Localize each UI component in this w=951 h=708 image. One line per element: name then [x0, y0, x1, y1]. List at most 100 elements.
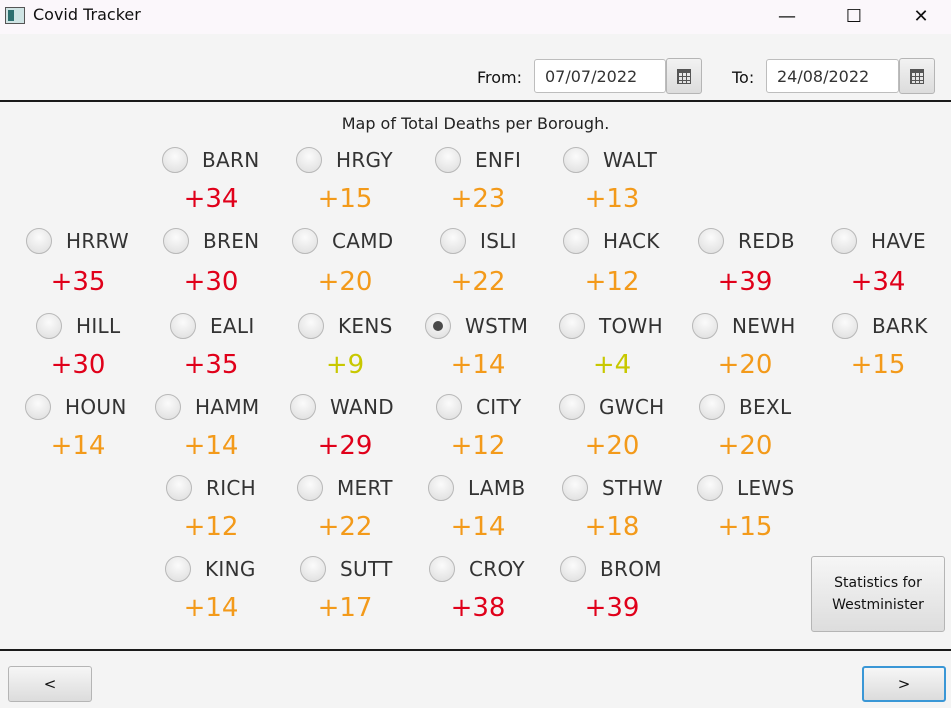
to-date-field[interactable]: 24/08/2022: [766, 59, 899, 93]
borough-label-mert[interactable]: MERT: [337, 476, 393, 500]
maximize-icon[interactable]: ☐: [824, 0, 884, 32]
radio-redb[interactable]: [698, 228, 724, 254]
app-icon: [5, 7, 25, 24]
radio-hrrw[interactable]: [26, 228, 52, 254]
borough-label-city[interactable]: CITY: [476, 395, 522, 419]
borough-label-bexl[interactable]: BEXL: [739, 395, 791, 419]
borough-label-newh[interactable]: NEWH: [732, 314, 796, 338]
borough-label-hill[interactable]: HILL: [76, 314, 120, 338]
borough-label-camd[interactable]: CAMD: [332, 229, 394, 253]
radio-enfi[interactable]: [435, 147, 461, 173]
borough-label-brom[interactable]: BROM: [600, 557, 662, 581]
borough-deaths-bexl: +20: [717, 431, 773, 461]
borough-label-lamb[interactable]: LAMB: [468, 476, 525, 500]
borough-deaths-walt: +13: [584, 184, 640, 214]
radio-barn[interactable]: [162, 147, 188, 173]
radio-houn[interactable]: [25, 394, 51, 420]
radio-lamb[interactable]: [428, 475, 454, 501]
borough-label-hack[interactable]: HACK: [603, 229, 660, 253]
minimize-icon[interactable]: —: [757, 0, 817, 32]
borough-label-hamm[interactable]: HAMM: [195, 395, 259, 419]
borough-label-isli[interactable]: ISLI: [480, 229, 517, 253]
borough-deaths-redb: +39: [717, 267, 773, 297]
borough-label-croy[interactable]: CROY: [469, 557, 525, 581]
borough-deaths-croy: +38: [450, 593, 506, 623]
borough-deaths-brom: +39: [584, 593, 640, 623]
from-calendar-button[interactable]: [666, 58, 702, 94]
radio-king[interactable]: [165, 556, 191, 582]
radio-sthw[interactable]: [562, 475, 588, 501]
borough-deaths-camd: +20: [317, 267, 373, 297]
radio-have[interactable]: [831, 228, 857, 254]
borough-label-sutt[interactable]: SUTT: [340, 557, 393, 581]
radio-towh[interactable]: [559, 313, 585, 339]
borough-deaths-bark: +15: [850, 350, 906, 380]
radio-city[interactable]: [436, 394, 462, 420]
radio-wstm[interactable]: [425, 313, 451, 339]
radio-isli[interactable]: [440, 228, 466, 254]
to-calendar-button[interactable]: [899, 58, 935, 94]
from-label: From:: [477, 68, 523, 87]
radio-bexl[interactable]: [699, 394, 725, 420]
radio-hamm[interactable]: [155, 394, 181, 420]
borough-label-sthw[interactable]: STHW: [602, 476, 663, 500]
borough-label-kens[interactable]: KENS: [338, 314, 393, 338]
borough-deaths-hrgy: +15: [317, 184, 373, 214]
statistics-button-line2: Westminister: [832, 597, 924, 613]
borough-deaths-have: +34: [850, 267, 906, 297]
radio-mert[interactable]: [297, 475, 323, 501]
borough-deaths-city: +12: [450, 431, 506, 461]
radio-lews[interactable]: [697, 475, 723, 501]
borough-deaths-hack: +12: [584, 267, 640, 297]
borough-deaths-isli: +22: [450, 267, 506, 297]
map-title: Map of Total Deaths per Borough.: [341, 114, 610, 133]
radio-eali[interactable]: [170, 313, 196, 339]
radio-gwch[interactable]: [559, 394, 585, 420]
radio-croy[interactable]: [429, 556, 455, 582]
borough-label-eali[interactable]: EALI: [210, 314, 255, 338]
borough-label-have[interactable]: HAVE: [871, 229, 926, 253]
borough-deaths-wstm: +14: [450, 350, 506, 380]
borough-deaths-newh: +20: [717, 350, 773, 380]
borough-deaths-sutt: +17: [317, 593, 373, 623]
radio-hrgy[interactable]: [296, 147, 322, 173]
radio-walt[interactable]: [563, 147, 589, 173]
radio-sutt[interactable]: [300, 556, 326, 582]
borough-label-walt[interactable]: WALT: [603, 148, 657, 172]
radio-newh[interactable]: [692, 313, 718, 339]
borough-label-gwch[interactable]: GWCH: [599, 395, 664, 419]
borough-label-barn[interactable]: BARN: [202, 148, 259, 172]
borough-label-king[interactable]: KING: [205, 557, 256, 581]
borough-label-redb[interactable]: REDB: [738, 229, 795, 253]
radio-hill[interactable]: [36, 313, 62, 339]
borough-label-rich[interactable]: RICH: [206, 476, 256, 500]
borough-label-hrrw[interactable]: HRRW: [66, 229, 129, 253]
radio-bark[interactable]: [832, 313, 858, 339]
radio-brom[interactable]: [560, 556, 586, 582]
borough-label-houn[interactable]: HOUN: [65, 395, 127, 419]
statistics-button-line1: Statistics for: [834, 575, 922, 591]
radio-bren[interactable]: [163, 228, 189, 254]
borough-label-wand[interactable]: WAND: [330, 395, 394, 419]
borough-label-bark[interactable]: BARK: [872, 314, 928, 338]
close-icon[interactable]: ✕: [891, 0, 951, 32]
borough-deaths-lews: +15: [717, 512, 773, 542]
borough-label-enfi[interactable]: ENFI: [475, 148, 521, 172]
radio-wand[interactable]: [290, 394, 316, 420]
borough-label-wstm[interactable]: WSTM: [465, 314, 528, 338]
statistics-button[interactable]: Statistics for Westminister: [811, 556, 945, 632]
previous-button[interactable]: <: [8, 666, 92, 702]
borough-deaths-gwch: +20: [584, 431, 640, 461]
radio-hack[interactable]: [563, 228, 589, 254]
radio-rich[interactable]: [166, 475, 192, 501]
borough-label-hrgy[interactable]: HRGY: [336, 148, 393, 172]
next-button[interactable]: >: [862, 666, 946, 702]
calendar-icon: [910, 68, 924, 84]
from-date-field[interactable]: 07/07/2022: [534, 59, 666, 93]
borough-label-lews[interactable]: LEWS: [737, 476, 794, 500]
radio-camd[interactable]: [292, 228, 318, 254]
borough-deaths-wand: +29: [317, 431, 373, 461]
borough-label-bren[interactable]: BREN: [203, 229, 259, 253]
borough-label-towh[interactable]: TOWH: [599, 314, 663, 338]
radio-kens[interactable]: [298, 313, 324, 339]
